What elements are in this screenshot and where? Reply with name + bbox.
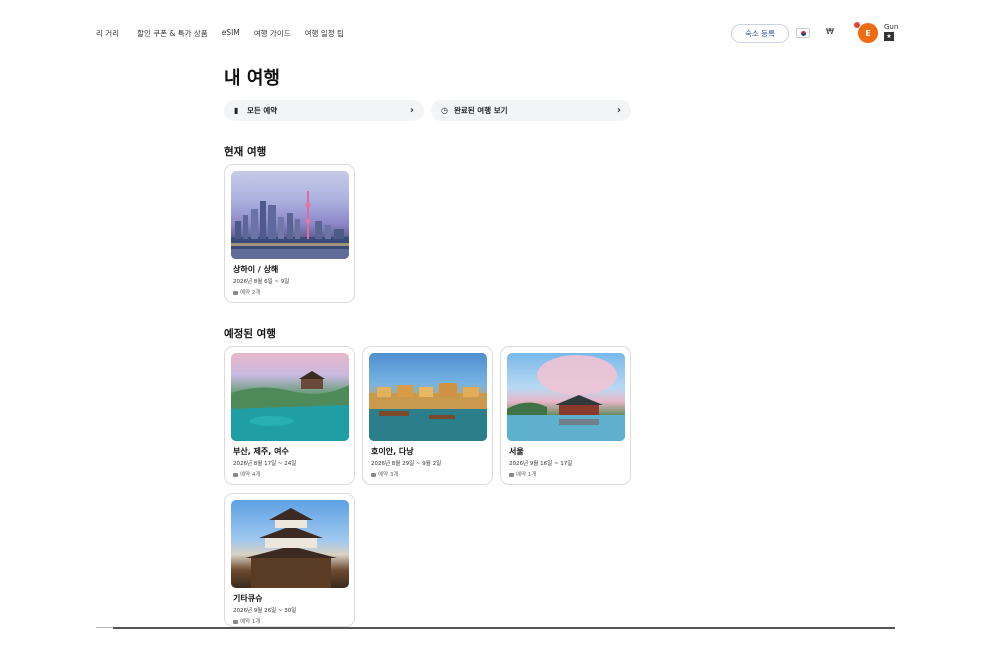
completed-trips-button[interactable]: ◷ 완료된 여행 보기 › (431, 100, 631, 121)
skyline-illustration (231, 191, 349, 259)
document-icon: ▮ (234, 106, 239, 115)
booking-icon (233, 472, 238, 477)
page-title: 내 여행 (224, 68, 280, 89)
section-title-current: 현재 여행 (224, 146, 267, 158)
currency-selector[interactable]: ₩ (826, 27, 834, 36)
nav-link-esim[interactable]: eSIM (222, 28, 240, 39)
trip-name: 부산, 제주, 여수 (233, 447, 289, 456)
trip-image-seoul (507, 353, 625, 441)
clock-icon: ◷ (441, 106, 448, 115)
nav-link-itinerary-tips[interactable]: 여행 일정 팁 (305, 28, 344, 39)
user-tag-label: Gun (884, 23, 899, 31)
nav-links: 리 거리 할인 쿠폰 & 특가 상품 eSIM 여행 가이드 여행 일정 팁 (96, 28, 358, 39)
register-property-button[interactable]: 숙소 등록 (731, 24, 789, 43)
nav-link-nearby[interactable]: 리 거리 (96, 28, 119, 39)
booking-icon (233, 619, 238, 624)
trip-name: 호이안, 다낭 (371, 447, 414, 456)
trip-booking-count-label: 예약 1개 (240, 619, 261, 625)
trip-booking-count-label: 예약 2개 (240, 290, 261, 296)
trip-booking-count-label: 예약 1개 (516, 472, 537, 478)
trip-image-kitakyushu (231, 500, 349, 588)
trip-booking-count: 예약 3개 (371, 470, 398, 478)
trip-booking-count: 예약 4개 (233, 470, 260, 478)
trip-image-shanghai (231, 171, 349, 259)
palace-illustration (507, 355, 625, 441)
korea-flag-icon[interactable] (796, 28, 810, 38)
all-bookings-label: 모든 예약 (247, 106, 278, 115)
user-tag[interactable]: Gun ★ (884, 23, 898, 41)
trip-card-shanghai[interactable]: 상하이 / 상해 2026년 8월 6일 ~ 9일 예약 2개 (224, 164, 355, 303)
trip-card-kitakyushu[interactable]: 기타큐슈 2026년 9월 26일 ~ 30일 예약 1개 (224, 493, 355, 627)
trip-name: 기타큐슈 (233, 594, 263, 603)
trip-dates: 2026년 9월 26일 ~ 30일 (233, 608, 297, 614)
star-icon: ★ (884, 32, 894, 41)
trip-dates: 2026년 9월 16일 ~ 17일 (509, 461, 573, 467)
trip-booking-count: 예약 2개 (233, 288, 260, 296)
trip-card-seoul[interactable]: 서울 2026년 9월 16일 ~ 17일 예약 1개 (500, 346, 631, 485)
trip-booking-count-label: 예약 3개 (378, 472, 399, 478)
nav-link-travel-guide[interactable]: 여행 가이드 (254, 28, 291, 39)
completed-trips-label: 완료된 여행 보기 (454, 106, 508, 115)
trip-dates: 2026년 8월 29일 ~ 9월 2일 (371, 461, 442, 467)
trip-image-busan (231, 353, 349, 441)
all-bookings-button[interactable]: ▮ 모든 예약 › (224, 100, 424, 121)
notification-badge (853, 21, 861, 29)
horizontal-scrollbar[interactable] (113, 627, 895, 629)
top-nav: 리 거리 할인 쿠폰 & 특가 상품 eSIM 여행 가이드 여행 일정 팁 숙… (0, 0, 992, 64)
booking-icon (371, 472, 376, 477)
avatar[interactable]: E (858, 23, 878, 43)
divider (96, 627, 113, 628)
section-title-upcoming: 예정된 여행 (224, 328, 276, 340)
coast-illustration (231, 371, 349, 441)
trip-booking-count: 예약 1개 (233, 617, 260, 625)
trip-name: 서울 (509, 447, 524, 456)
trip-booking-count-label: 예약 4개 (240, 472, 261, 478)
trip-card-busan[interactable]: 부산, 제주, 여수 2026년 8월 17일 ~ 24일 예약 4개 (224, 346, 355, 485)
booking-icon (509, 472, 514, 477)
trip-name: 상하이 / 상해 (233, 265, 279, 274)
nav-link-coupons[interactable]: 할인 쿠폰 & 특가 상품 (137, 28, 208, 39)
trip-card-hoian[interactable]: 호이안, 다낭 2026년 8월 29일 ~ 9월 2일 예약 3개 (362, 346, 493, 485)
trip-image-hoian (369, 353, 487, 441)
chevron-right-icon: › (409, 105, 414, 116)
trip-dates: 2026년 8월 6일 ~ 9일 (233, 279, 290, 285)
booking-icon (233, 290, 238, 295)
trip-booking-count: 예약 1개 (509, 470, 536, 478)
trip-dates: 2026년 8월 17일 ~ 24일 (233, 461, 297, 467)
chevron-right-icon: › (616, 105, 621, 116)
castle-illustration (245, 508, 337, 588)
riverside-illustration (369, 383, 487, 441)
